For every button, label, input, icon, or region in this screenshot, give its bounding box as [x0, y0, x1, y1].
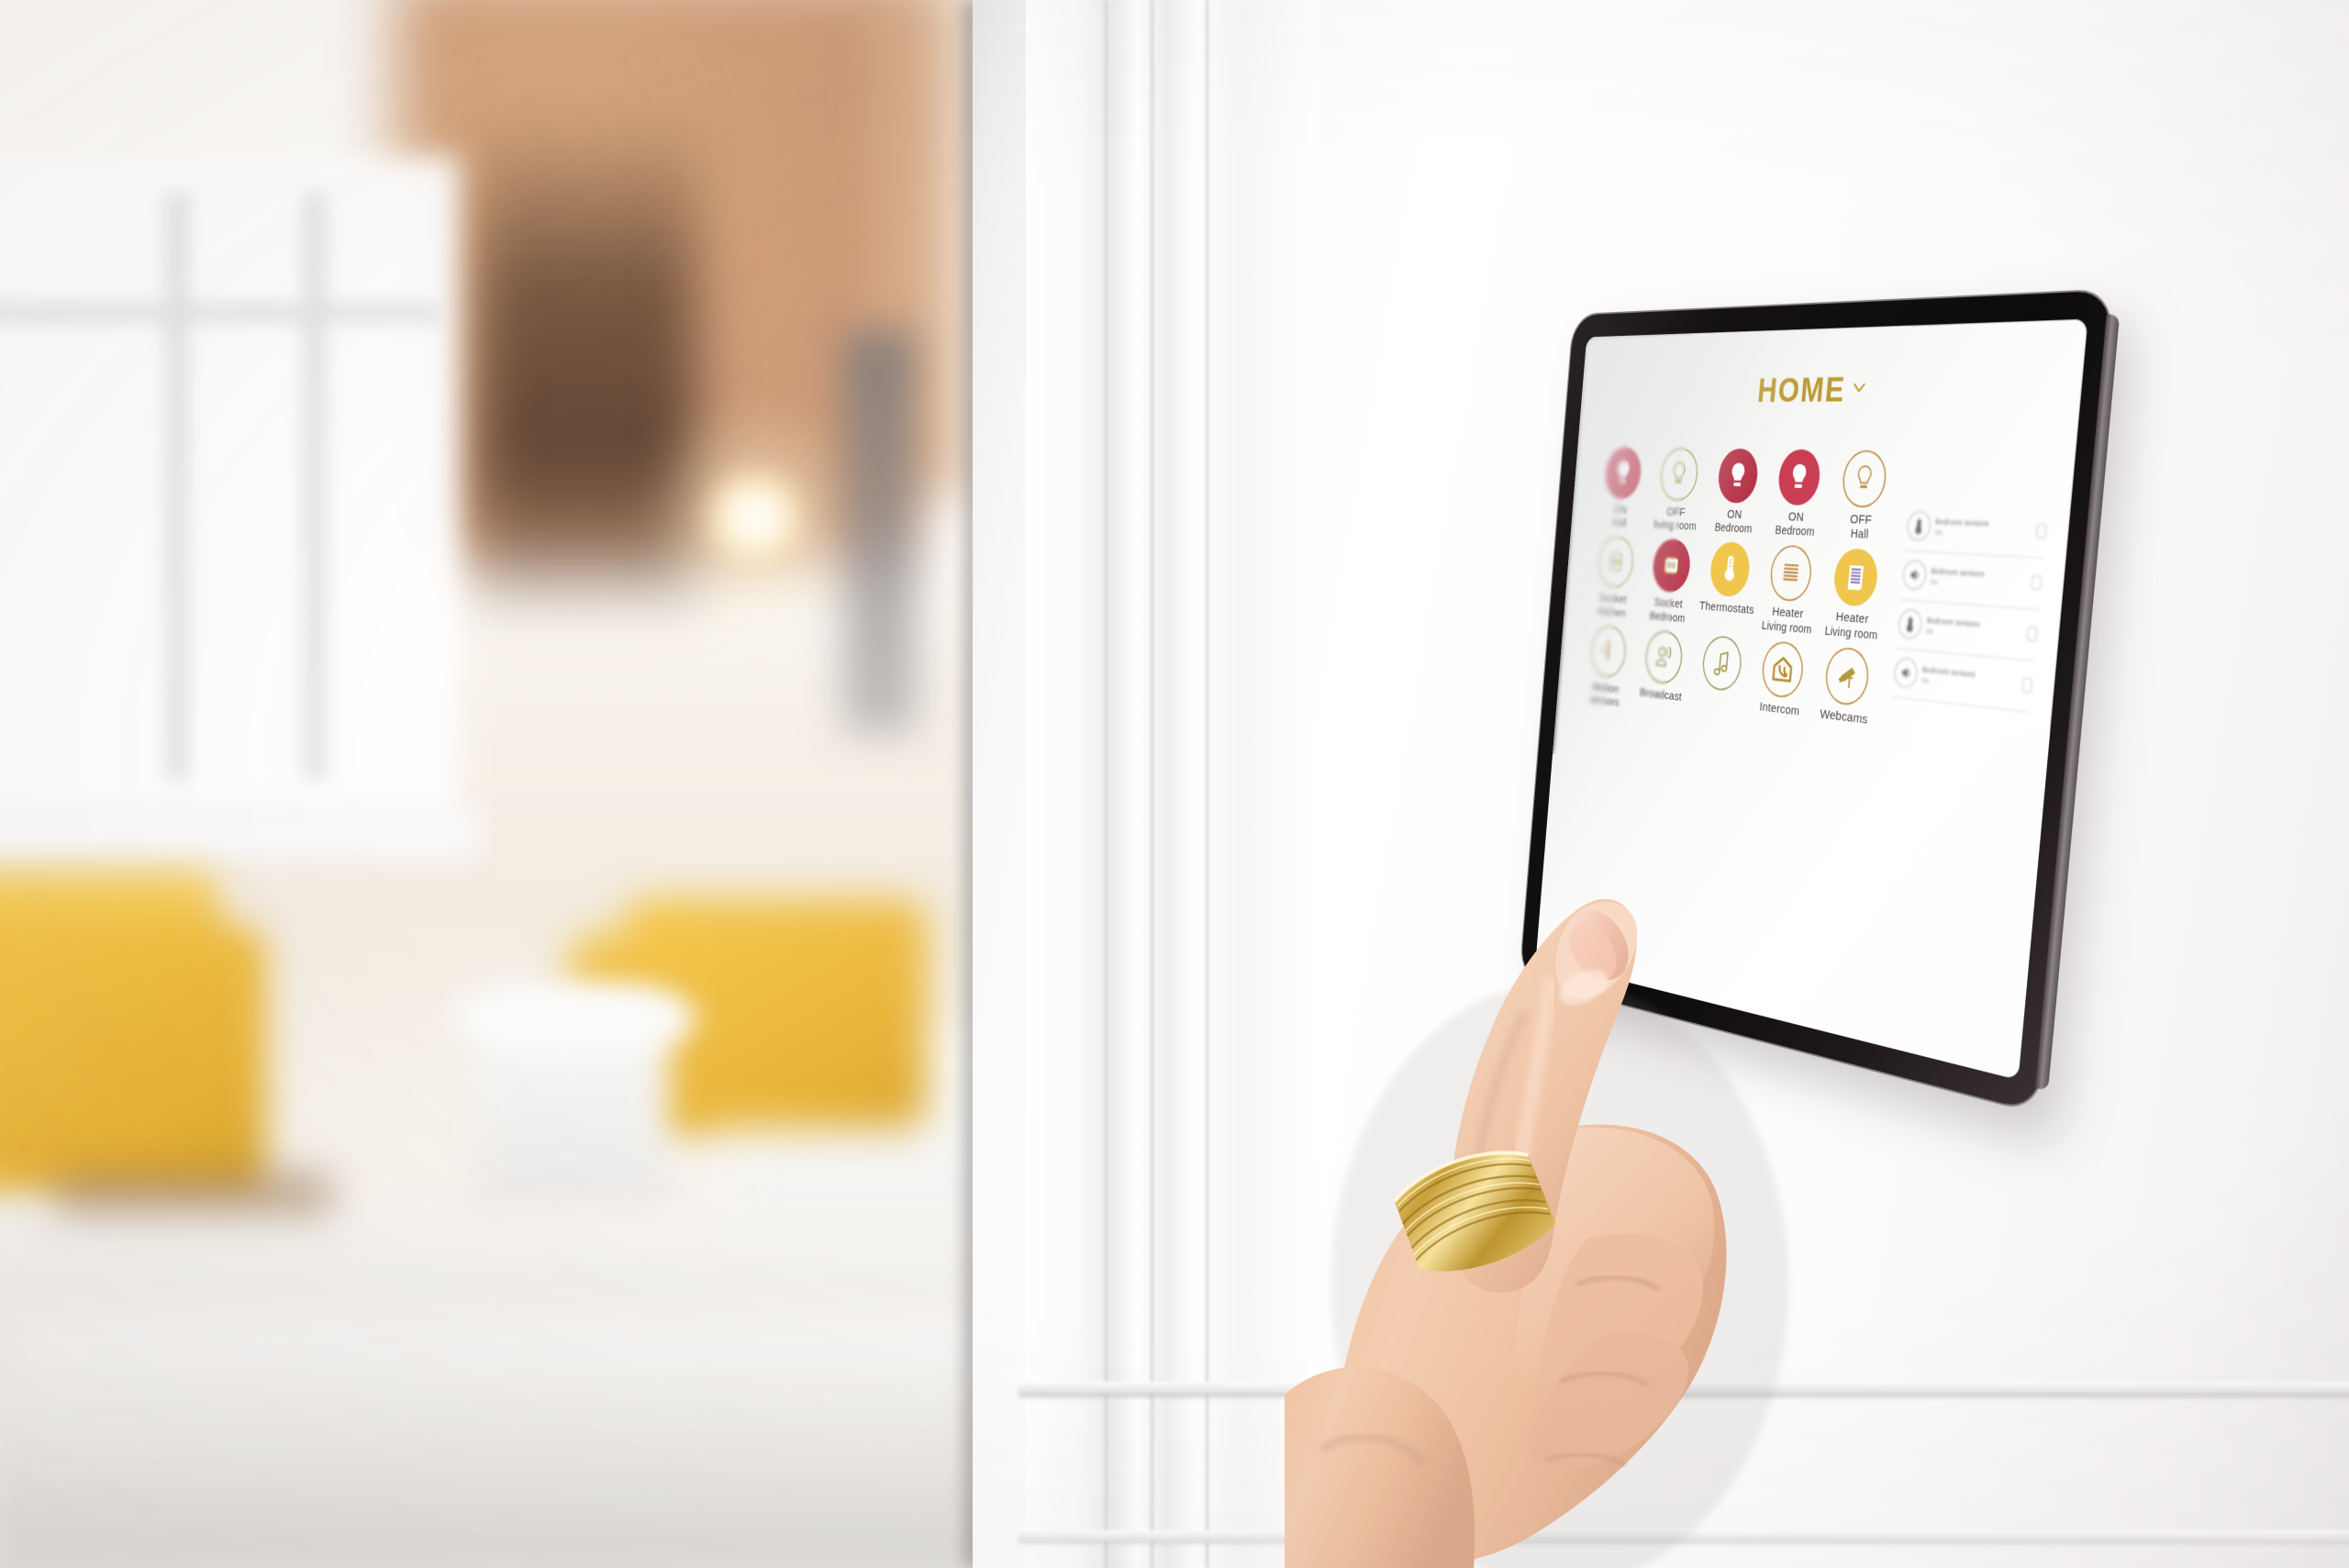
moulding-groove-1: [1105, 0, 1108, 1568]
tile-room: Bedroom: [1649, 609, 1686, 626]
page-title[interactable]: HOME: [1603, 365, 2062, 410]
lightbulb-icon[interactable]: [1841, 450, 1889, 509]
tile-state: ON: [1726, 507, 1742, 522]
tile-state: Broadcast: [1639, 685, 1683, 704]
tile-room: Bedroom: [1714, 521, 1753, 537]
tile-room: living room: [1653, 518, 1698, 534]
window: [0, 156, 459, 817]
window-mullion-right: [303, 193, 327, 780]
tile-socket-kitchen[interactable]: Socket Kitchen: [1586, 535, 1644, 621]
app-body: ON Hall OFF living room ON Bedroom ON Be…: [1578, 447, 2053, 763]
toggle-switch[interactable]: [2031, 574, 2043, 591]
armchair-left: [0, 927, 266, 1193]
floor-reflection: [0, 1312, 1009, 1532]
list-item-title: Bedroom sensors: [1935, 517, 1989, 528]
tile-label: OFF Hall: [1848, 512, 1873, 543]
wall-moulding-column: [1026, 0, 1319, 1568]
tile-room: Kitchen: [1597, 605, 1627, 620]
radiator-icon[interactable]: [1768, 544, 1814, 604]
tile-state: Thermostats: [1698, 599, 1755, 617]
tile-label: Webcams: [1820, 706, 1868, 728]
tile-room: Bedroom: [1775, 524, 1816, 539]
lightbulb-icon[interactable]: [1776, 449, 1823, 506]
tile-label: Heater Living room: [1761, 605, 1813, 638]
tile-state: ON: [1612, 503, 1628, 517]
tile-light-bedroom-2[interactable]: ON Bedroom: [1765, 449, 1833, 540]
tile-heater-living-1[interactable]: Heater Living room: [1756, 544, 1824, 638]
lightbulb-icon[interactable]: [1716, 448, 1760, 504]
tile-light-hall-1[interactable]: ON Hall: [1593, 447, 1652, 532]
tile-motion-sensors[interactable]: Motion sensors: [1578, 623, 1637, 711]
lightbulb-icon[interactable]: [1658, 447, 1700, 502]
tile-label: OFF living room: [1653, 505, 1698, 534]
tile-webcams[interactable]: Webcams: [1810, 645, 1882, 743]
tile-room: Hall: [1850, 528, 1869, 542]
tile-label: ON Bedroom: [1714, 507, 1753, 538]
thermometer-icon[interactable]: [1708, 541, 1752, 598]
chevron-down-icon[interactable]: [1852, 379, 1867, 396]
tile-socket-bedroom[interactable]: Socket Bedroom: [1640, 538, 1701, 627]
speaker-small-icon: [1892, 657, 1919, 689]
tile-room: sensors: [1589, 693, 1620, 710]
toggle-switch[interactable]: [2035, 523, 2047, 539]
moulding-groove-3: [1206, 0, 1208, 1568]
tile-label: Intercom: [1759, 700, 1800, 719]
wall-lamp: [705, 468, 806, 569]
window-transom: [0, 303, 440, 323]
tile-state: ON: [1787, 509, 1805, 525]
page-title-text: HOME: [1755, 369, 1848, 409]
intercom-house-icon[interactable]: [1760, 639, 1806, 700]
window-sill: [0, 807, 477, 857]
tile-label: Socket Bedroom: [1649, 595, 1687, 626]
broadcast-icon[interactable]: [1643, 628, 1685, 686]
list-item-text: Bedroom sensors On: [1930, 566, 2027, 592]
list-item[interactable]: Bedroom sensors On: [1904, 502, 2049, 559]
lightbulb-icon[interactable]: [1603, 447, 1643, 500]
tile-heater-living-2[interactable]: Heater Living room: [1819, 548, 1890, 644]
list-item-text: Bedroom sensors On: [1926, 616, 2023, 643]
list-item-text: Bedroom sensors On: [1934, 517, 2032, 541]
tile-music[interactable]: [1688, 633, 1753, 727]
tile-state: OFF: [1849, 512, 1873, 528]
list-item-text: Bedroom sensors On: [1921, 665, 2018, 694]
hand: [1285, 807, 1872, 1568]
tile-state: Webcams: [1819, 706, 1869, 728]
tile-thermostats[interactable]: Thermostats: [1697, 541, 1762, 632]
motion-sensor-icon[interactable]: [1589, 623, 1629, 679]
tile-label: Thermostats: [1698, 599, 1755, 618]
music-note-icon[interactable]: [1700, 634, 1743, 693]
power-socket-icon[interactable]: [1651, 538, 1693, 595]
toggle-switch[interactable]: [2026, 626, 2038, 642]
tile-light-bedroom-1[interactable]: ON Bedroom: [1704, 448, 1769, 537]
device-side-list: Bedroom sensors On Bedroom sensors On Be…: [1887, 450, 2053, 762]
window-mullion-left: [165, 193, 189, 780]
thermometer-small-icon: [1897, 608, 1923, 640]
list-item-subtitle: On: [1934, 528, 1943, 537]
security-camera-icon[interactable]: [1823, 645, 1872, 707]
radiator-icon[interactable]: [1831, 548, 1880, 608]
tile-intercom[interactable]: Intercom: [1748, 639, 1816, 734]
moulding-groove-2: [1151, 0, 1153, 1568]
tile-label: Socket Kitchen: [1598, 592, 1628, 621]
device-grid: ON Hall OFF living room ON Bedroom ON Be…: [1578, 447, 1899, 743]
side-table-top: [450, 982, 697, 1055]
speaker-small-icon: [1901, 560, 1928, 591]
tile-broadcast[interactable]: Broadcast: [1632, 628, 1694, 719]
tile-state: Intercom: [1758, 699, 1800, 718]
tile-label: ON Bedroom: [1775, 509, 1817, 540]
toggle-switch[interactable]: [2021, 677, 2033, 694]
tile-room: Hall: [1611, 517, 1628, 530]
background-radiator: [844, 330, 916, 734]
tile-label: ON Hall: [1611, 503, 1628, 530]
tile-label: Broadcast: [1640, 685, 1683, 705]
thermometer-small-icon: [1905, 510, 1932, 541]
tile-light-living-room[interactable]: OFF living room: [1647, 447, 1709, 535]
tile-label: Heater Living room: [1824, 609, 1879, 643]
power-socket-icon[interactable]: [1596, 535, 1636, 590]
tile-light-hall-2[interactable]: OFF Hall: [1828, 450, 1899, 544]
tile-label: Motion sensors: [1589, 680, 1620, 710]
